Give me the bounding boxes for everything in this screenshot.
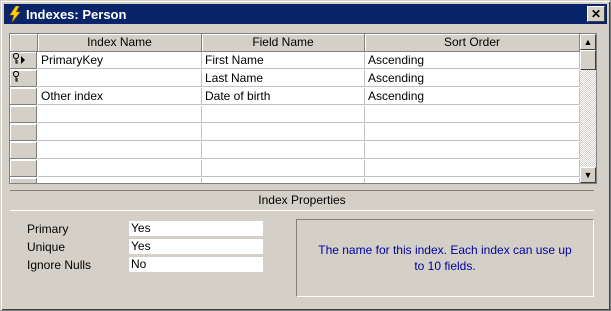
help-panel: The name for this index. Each index can … bbox=[296, 219, 594, 297]
column-header-field-name[interactable]: Field Name bbox=[202, 34, 365, 52]
selector-header[interactable] bbox=[10, 34, 38, 52]
row-selector[interactable] bbox=[10, 178, 37, 183]
index-name-cell[interactable]: PrimaryKey bbox=[38, 52, 202, 69]
primary-label: Primary bbox=[27, 222, 69, 236]
field-name-cell[interactable]: Date of birth bbox=[202, 88, 365, 105]
index-name-cell[interactable] bbox=[38, 106, 202, 123]
sort-order-cell[interactable]: Ascending bbox=[365, 52, 580, 69]
index-name-cell[interactable]: Other index bbox=[38, 88, 202, 105]
field-name-cell[interactable]: Last Name bbox=[202, 70, 365, 87]
scroll-thumb[interactable] bbox=[580, 50, 596, 70]
index-name-cell[interactable] bbox=[38, 142, 202, 159]
row-selector[interactable] bbox=[10, 70, 37, 87]
row-pointer-icon bbox=[21, 53, 25, 67]
row-selector[interactable] bbox=[10, 142, 37, 159]
scroll-track[interactable] bbox=[580, 70, 596, 167]
index-name-cell[interactable] bbox=[38, 70, 202, 87]
sort-order-cell[interactable]: Ascending bbox=[365, 88, 580, 105]
field-name-cell[interactable] bbox=[202, 106, 365, 123]
unique-label: Unique bbox=[27, 240, 66, 254]
properties-header: Index Properties bbox=[10, 190, 594, 211]
sort-order-cell[interactable] bbox=[365, 178, 580, 183]
index-grid: Index Name Field Name Sort Order Primary… bbox=[9, 33, 597, 184]
index-name-cell[interactable] bbox=[38, 124, 202, 141]
scroll-down-button[interactable]: ▼ bbox=[580, 167, 596, 183]
field-name-cell[interactable] bbox=[202, 124, 365, 141]
field-name-cell[interactable]: First Name bbox=[202, 52, 365, 69]
sort-order-cell[interactable] bbox=[365, 160, 580, 177]
primary-field[interactable]: Yes bbox=[129, 221, 263, 236]
title-bar[interactable]: Indexes: Person ✕ bbox=[4, 4, 607, 24]
vertical-scrollbar[interactable]: ▲ ▼ bbox=[580, 34, 596, 183]
index-name-cell[interactable] bbox=[38, 178, 202, 183]
window-title: Indexes: Person bbox=[26, 6, 127, 22]
key-icon bbox=[12, 52, 20, 67]
lightning-icon bbox=[6, 5, 24, 23]
column-header-index-name[interactable]: Index Name bbox=[38, 34, 202, 52]
sort-order-cell[interactable] bbox=[365, 106, 580, 123]
field-name-cell[interactable] bbox=[202, 160, 365, 177]
index-name-cell[interactable] bbox=[38, 160, 202, 177]
key-icon bbox=[12, 70, 20, 85]
close-button[interactable]: ✕ bbox=[587, 6, 605, 22]
ignore-nulls-field[interactable]: No bbox=[129, 257, 263, 272]
row-selector[interactable] bbox=[10, 88, 37, 105]
unique-field[interactable]: Yes bbox=[129, 239, 263, 254]
row-selector[interactable] bbox=[10, 52, 37, 69]
help-text: The name for this index. Each index can … bbox=[318, 243, 572, 273]
sort-order-cell[interactable]: Ascending bbox=[365, 70, 580, 87]
row-selector[interactable] bbox=[10, 124, 37, 141]
field-name-cell[interactable] bbox=[202, 142, 365, 159]
sort-order-cell[interactable] bbox=[365, 142, 580, 159]
scroll-up-button[interactable]: ▲ bbox=[580, 34, 596, 50]
column-header-sort-order[interactable]: Sort Order bbox=[365, 34, 580, 52]
field-name-cell[interactable] bbox=[202, 178, 365, 183]
row-selector[interactable] bbox=[10, 106, 37, 123]
ignore-nulls-label: Ignore Nulls bbox=[27, 258, 92, 272]
row-selector[interactable] bbox=[10, 160, 37, 177]
sort-order-cell[interactable] bbox=[365, 124, 580, 141]
